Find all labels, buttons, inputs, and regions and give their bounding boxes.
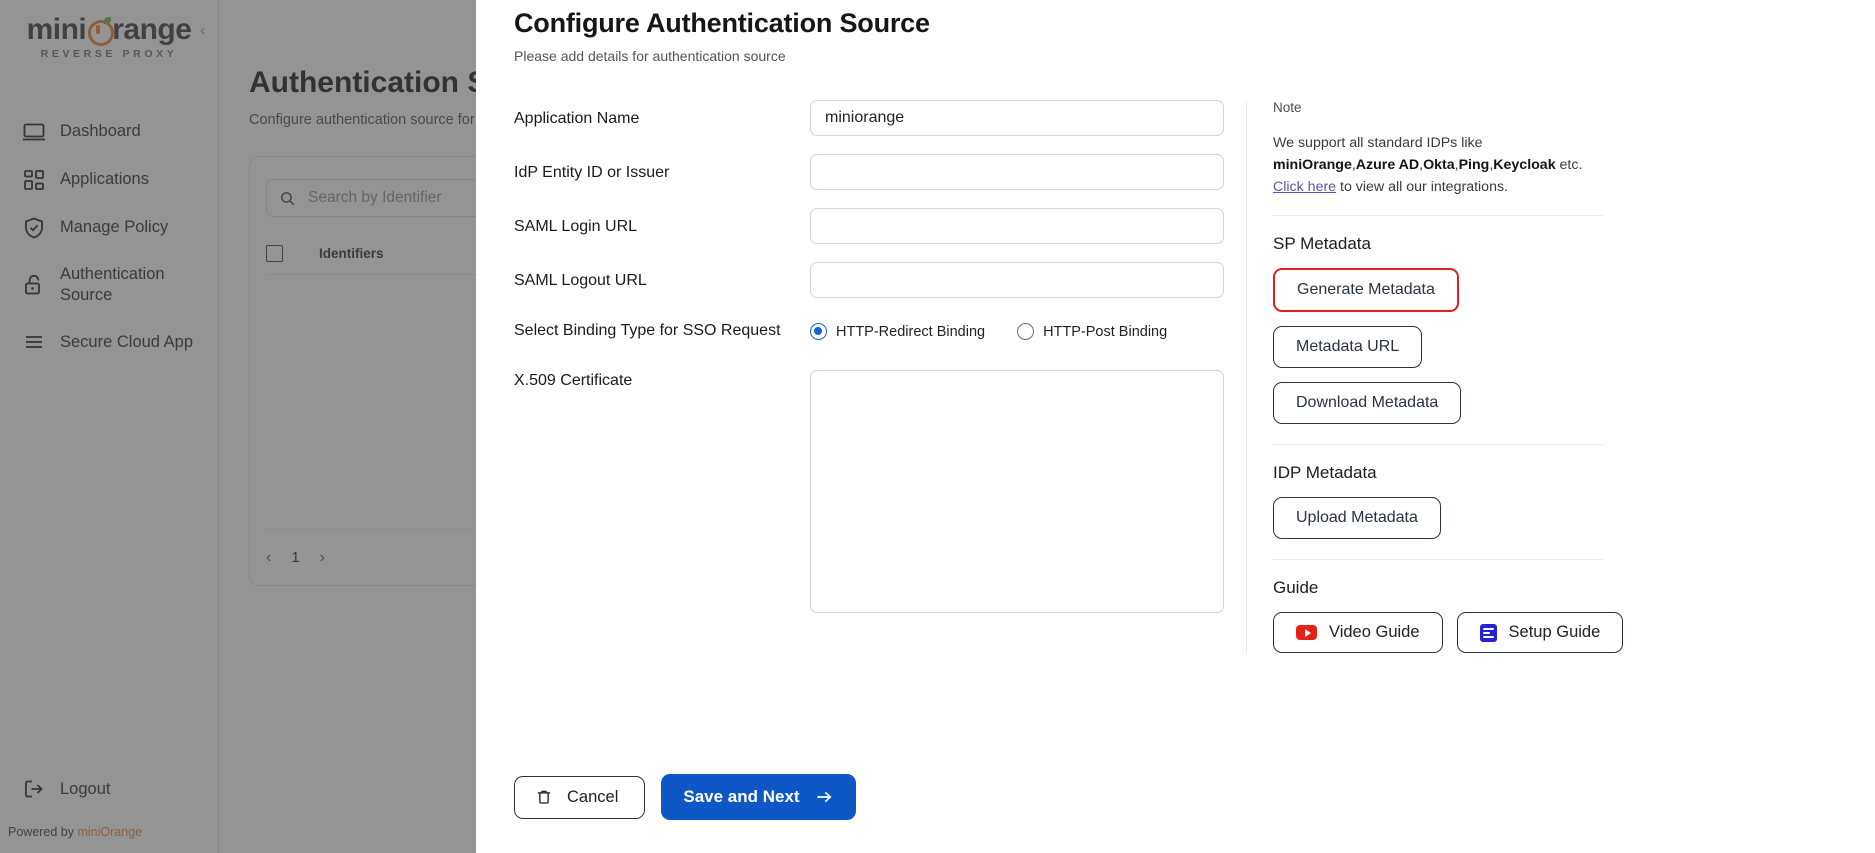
field-binding-type: Select Binding Type for SSO Request HTTP… [514, 320, 1226, 340]
binding-type-radio-group: HTTP-Redirect Binding HTTP-Post Binding [810, 320, 1167, 340]
radio-indicator[interactable] [810, 323, 827, 340]
field-application-name: Application Name [514, 100, 1226, 136]
arrow-right-icon [814, 787, 834, 807]
video-guide-label: Video Guide [1329, 623, 1420, 641]
divider [1273, 444, 1603, 445]
field-idp-entity-id: IdP Entity ID or Issuer [514, 154, 1226, 190]
application-name-input[interactable] [810, 100, 1224, 136]
app-root: minirange REVERSE PROXY Dashboard Applic… [0, 0, 1875, 853]
radio-label: HTTP-Redirect Binding [836, 323, 986, 340]
field-label: SAML Login URL [514, 218, 638, 235]
divider [1273, 215, 1603, 216]
saml-logout-url-input[interactable] [810, 262, 1224, 298]
setup-guide-button[interactable]: Setup Guide [1456, 612, 1624, 653]
x509-certificate-textarea[interactable] [810, 370, 1224, 613]
trash-icon [535, 788, 553, 806]
note-title: Note [1273, 100, 1302, 115]
guide-buttons: Video Guide Setup Guide [1273, 612, 1875, 653]
save-and-next-button[interactable]: Save and Next [661, 774, 856, 820]
dialog-body: Application Name IdP Entity ID or Issuer… [476, 100, 1875, 653]
note-text-a: We support all standard IDPs like [1273, 135, 1483, 151]
note-bold-azure-ad: Azure AD [1355, 157, 1420, 173]
field-label: SAML Logout URL [514, 272, 647, 289]
note-text-c: to view all our integrations. [1336, 179, 1508, 195]
video-guide-button[interactable]: Video Guide [1273, 612, 1443, 653]
youtube-icon [1296, 625, 1317, 640]
note-bold-miniorange: miniOrange [1273, 157, 1352, 173]
note-bold-ping: Ping [1458, 157, 1490, 173]
upload-metadata-button[interactable]: Upload Metadata [1273, 497, 1441, 539]
click-here-link[interactable]: Click here [1273, 179, 1336, 195]
field-label: Application Name [514, 110, 640, 127]
note-bold-okta: Okta [1423, 157, 1455, 173]
cancel-label: Cancel [567, 787, 619, 806]
field-label: IdP Entity ID or Issuer [514, 164, 670, 181]
idp-metadata-title: IDP Metadata [1273, 463, 1377, 482]
metadata-url-button[interactable]: Metadata URL [1273, 326, 1423, 368]
document-icon [1479, 623, 1497, 642]
sp-metadata-buttons: Generate Metadata Metadata URL Download … [1273, 268, 1613, 424]
radio-indicator[interactable] [1017, 323, 1035, 340]
field-x509-certificate: X.509 Certificate [514, 370, 1226, 613]
generate-metadata-button[interactable]: Generate Metadata [1273, 268, 1459, 312]
divider [1273, 559, 1603, 560]
field-label: Select Binding Type for SSO Request [514, 322, 781, 339]
dialog-footer: Cancel Save and Next [514, 774, 856, 820]
guide-title: Guide [1273, 578, 1319, 597]
dialog-subtitle: Please add details for authentication so… [514, 48, 786, 64]
field-label: X.509 Certificate [514, 372, 633, 389]
saml-login-url-input[interactable] [810, 208, 1224, 244]
field-saml-login-url: SAML Login URL [514, 208, 1226, 244]
setup-guide-label: Setup Guide [1508, 623, 1601, 641]
idp-entity-id-input[interactable] [810, 154, 1224, 190]
configure-authentication-source-dialog: Configure Authentication Source Please a… [476, 0, 1875, 853]
save-and-next-label: Save and Next [683, 787, 800, 806]
note-panel: Note We support all standard IDPs like m… [1246, 100, 1875, 653]
note-bold-keycloak: Keycloak [1493, 157, 1556, 173]
form-column: Application Name IdP Entity ID or Issuer… [514, 100, 1226, 653]
note-text-b: etc. [1555, 157, 1583, 173]
radio-http-redirect-binding[interactable]: HTTP-Redirect Binding [810, 323, 985, 340]
field-saml-logout-url: SAML Logout URL [514, 262, 1226, 298]
dialog-title: Configure Authentication Source [514, 8, 930, 38]
download-metadata-button[interactable]: Download Metadata [1273, 382, 1462, 424]
radio-http-post-binding[interactable]: HTTP-Post Binding [1017, 323, 1167, 340]
cancel-button[interactable]: Cancel [514, 775, 646, 819]
sp-metadata-title: SP Metadata [1273, 234, 1371, 253]
idp-metadata-buttons: Upload Metadata [1273, 497, 1875, 539]
dialog-header: Configure Authentication Source Please a… [476, 0, 1875, 64]
radio-label: HTTP-Post Binding [1043, 323, 1168, 340]
note-text: We support all standard IDPs like miniOr… [1273, 132, 1603, 198]
